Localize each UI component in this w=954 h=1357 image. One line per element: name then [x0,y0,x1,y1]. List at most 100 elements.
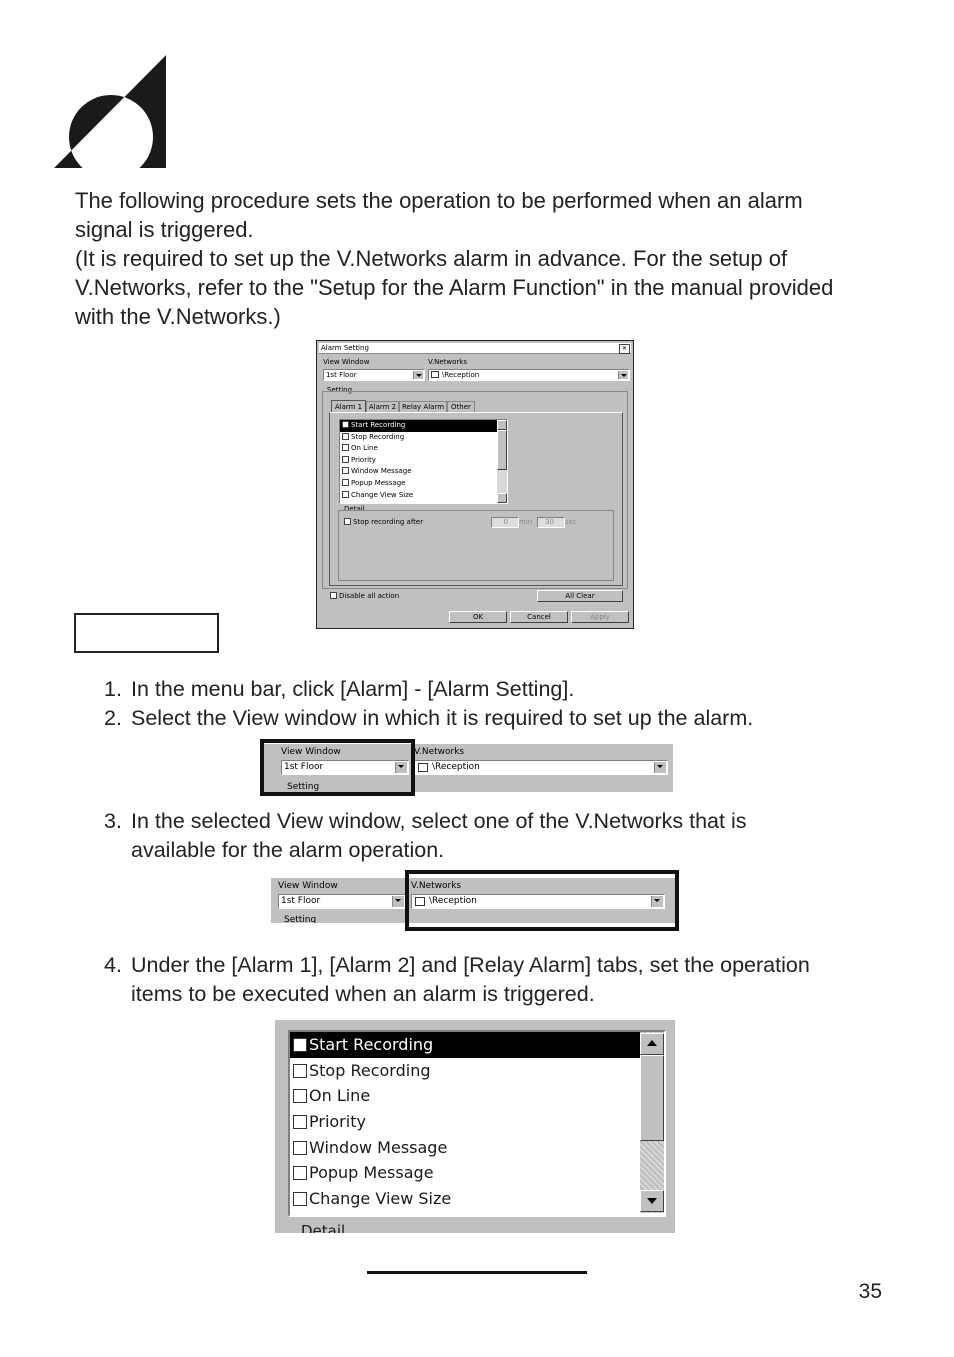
tab-relay-alarm[interactable]: Relay Alarm [399,401,447,412]
vnetworks-select[interactable]: \Reception [428,369,630,381]
highlight-box [260,739,415,796]
scrollbar[interactable] [640,1032,664,1213]
stop-recording-after-label: Stop recording after [353,518,424,526]
intro-line: signal is triggered. [75,217,254,242]
dropdown-arrow-icon[interactable] [654,762,666,773]
step-3: 3. In the selected View window, select on… [104,807,747,865]
list-item-label: Stop Recording [351,432,405,441]
step-text: Under the [Alarm 1], [Alarm 2] and [Rela… [131,953,810,977]
ok-button[interactable]: OK [449,611,507,623]
list-item-label: Priority [351,455,376,464]
network-icon [431,371,439,378]
scroll-down-icon[interactable] [497,493,507,503]
list-item-label: Popup Message [351,478,406,487]
list-item[interactable]: Stop Recording [290,1058,664,1084]
list-item[interactable]: Window Message [290,1135,664,1161]
list-item-label: Start Recording [351,421,406,429]
list-item-label: On Line [351,444,378,453]
page-number: 35 [858,1280,882,1303]
network-icon [418,763,428,772]
step-text: available for the alarm operation. [131,838,445,862]
list-item-label: Change View Size [309,1189,452,1209]
view-window-select[interactable]: 1st Floor [323,369,425,381]
step-text: In the menu bar, click [Alarm] - [Alarm … [131,677,575,701]
step-number: 4. [104,953,122,977]
section-label-box [74,613,219,653]
scroll-down-icon[interactable] [640,1190,664,1212]
action-list-crop: Start Recording Stop Recording On Line P… [275,1020,675,1233]
list-item[interactable]: Change View Size [340,490,507,502]
seconds-stepper[interactable]: 30 [537,517,565,528]
view-window-label: View Window [323,358,370,366]
vnetworks-value: \Reception [432,762,480,772]
list-item[interactable]: Popup Message [290,1160,664,1186]
list-item-label: Stop Recording [309,1060,431,1080]
view-window-select[interactable]: 1st Floor [278,894,406,909]
apply-button[interactable]: Apply [571,611,629,623]
highlight-box [405,870,679,931]
scrollbar[interactable] [497,420,507,503]
stop-recording-after-checkbox[interactable]: Stop recording after [344,518,423,526]
tab-alarm-2[interactable]: Alarm 2 [366,401,399,412]
list-item[interactable]: On Line [340,443,507,455]
list-item[interactable]: Window Message [340,466,507,478]
dialog-title: Alarm Setting [321,344,369,352]
tab-other[interactable]: Other [447,401,475,412]
step-4: 4. Under the [Alarm 1], [Alarm 2] and [Re… [104,951,810,1009]
list-item-label: Start Recording [309,1035,434,1054]
alarm-setting-dialog: Alarm Setting ✕ View Window 1st Floor V.… [316,340,634,629]
minutes-unit: min [519,518,533,526]
list-item-label: Priority [309,1112,366,1132]
intro-line: The following procedure sets the operati… [75,188,803,213]
dropdown-arrow-icon[interactable] [413,371,423,379]
list-item[interactable]: Popup Message [340,478,507,490]
list-item-label: On Line [309,1086,371,1106]
list-item-label: Popup Message [309,1163,434,1183]
minutes-value: 0 [503,518,508,526]
vnetworks-label: V.Networks [414,747,465,757]
dropdown-arrow-icon[interactable] [618,371,628,379]
list-item[interactable]: Stop Recording [340,432,507,444]
intro-line: V.Networks, refer to the "Setup for the … [75,275,834,300]
list-item[interactable]: Priority [340,455,507,467]
step-text: items to be executed when an alarm is tr… [131,982,595,1006]
cancel-button[interactable]: Cancel [510,611,568,623]
step-text: Select the View window in which it is re… [131,706,754,730]
step-1: 1. In the menu bar, click [Alarm] - [Alar… [104,675,574,704]
list-item[interactable]: Change View Size [290,1186,664,1212]
step-number: 2. [104,706,122,730]
footer-rule [367,1271,587,1274]
dropdown-arrow-icon[interactable] [392,896,404,907]
intro-paragraph: The following procedure sets the operati… [75,186,895,331]
list-item[interactable]: On Line [290,1083,664,1109]
intro-line: with the V.Networks.) [75,304,281,329]
dialog-title-bar: Alarm Setting ✕ [319,343,631,354]
view-window-value: 1st Floor [326,371,357,379]
disable-all-action-label: Disable all action [339,592,400,600]
all-clear-button[interactable]: All Clear [537,590,623,602]
list-item[interactable]: Start Recording [290,1032,664,1058]
intro-line: (It is required to set up the V.Networks… [75,246,788,271]
vnetworks-value: \Reception [442,371,480,379]
view-window-label: View Window [278,881,338,891]
step-number: 1. [104,677,122,701]
list-item[interactable]: Start Recording [340,420,507,432]
setting-label: Setting [284,915,317,923]
list-item-label: Change View Size [351,490,414,499]
detail-label: Detail [301,1222,346,1233]
logo-mark [54,55,166,168]
vnetworks-select[interactable]: \Reception [414,760,668,775]
action-list[interactable]: Start Recording Stop Recording On Line P… [339,419,508,504]
vnetworks-label: V.Networks [428,358,467,366]
scroll-thumb[interactable] [640,1055,664,1141]
disable-all-action-checkbox[interactable]: Disable all action [330,592,399,600]
scroll-thumb[interactable] [497,430,507,470]
list-item[interactable]: Priority [290,1109,664,1135]
close-icon[interactable]: ✕ [619,344,630,354]
minutes-stepper[interactable]: 0 [491,517,519,528]
action-list[interactable]: Start Recording Stop Recording On Line P… [288,1030,666,1217]
seconds-unit: sec [565,518,577,526]
scroll-up-icon[interactable] [640,1033,664,1055]
scroll-up-icon[interactable] [497,420,507,430]
list-item-label: Window Message [351,467,412,476]
